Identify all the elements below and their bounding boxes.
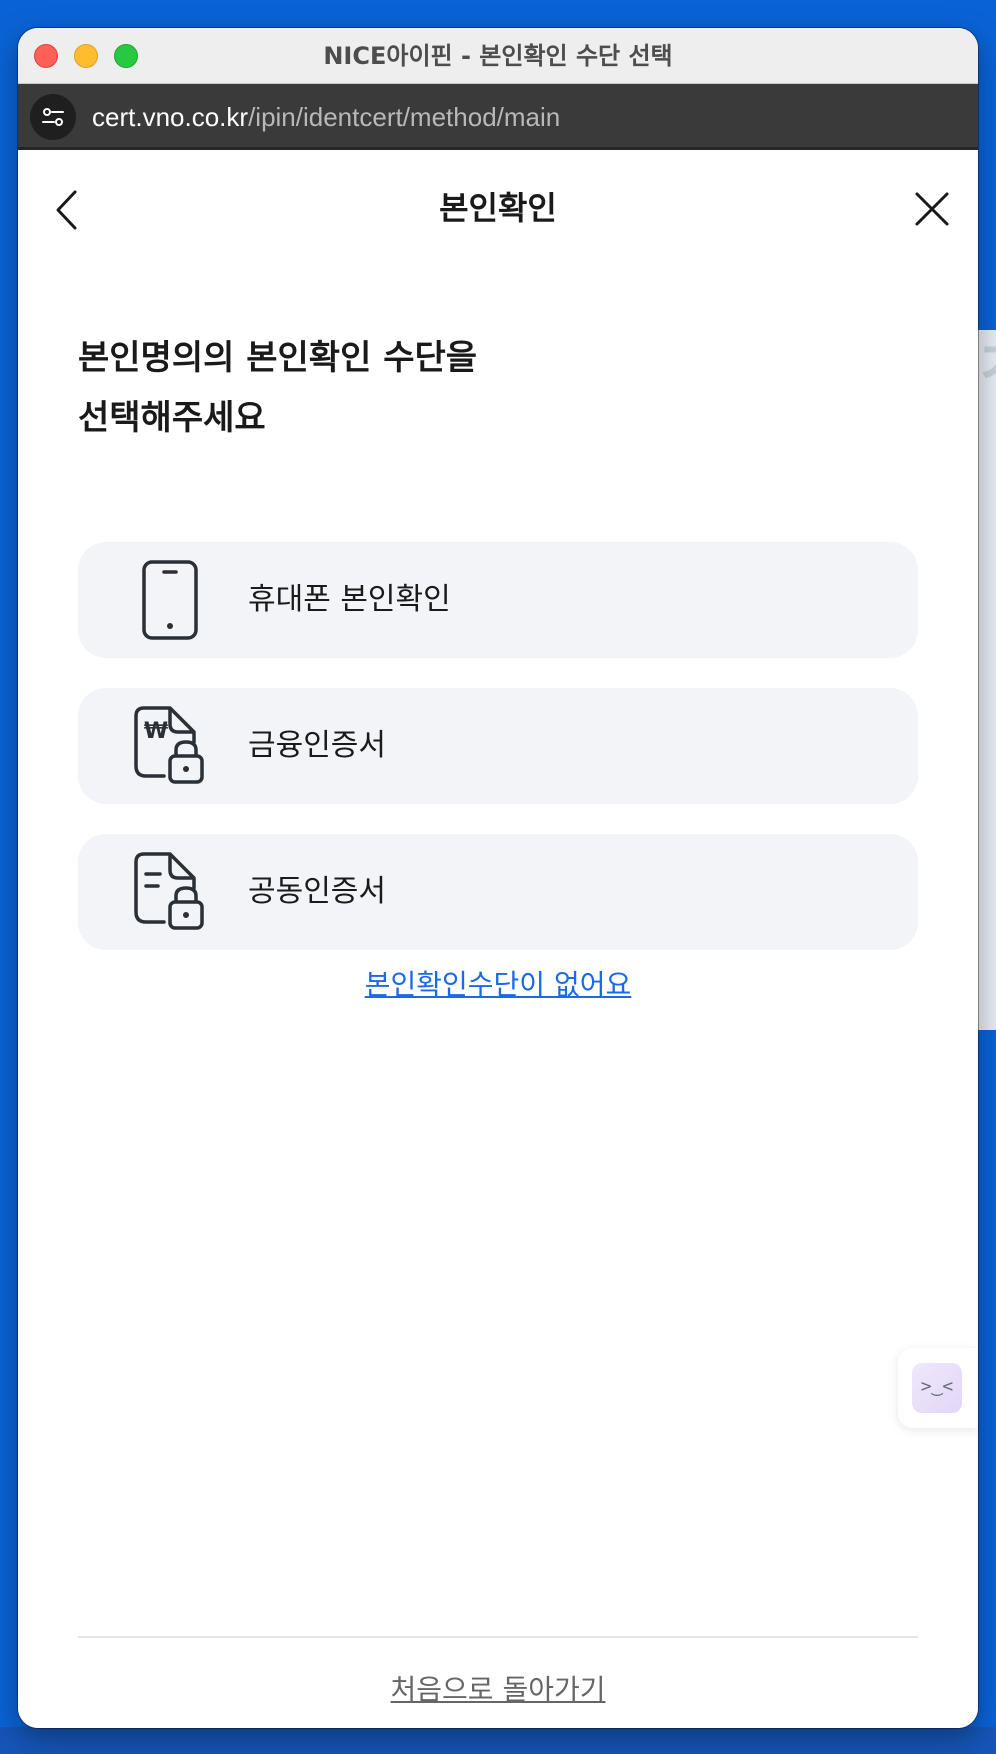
instruction-line-1: 본인명의의 본인확인 수단을 — [78, 338, 478, 378]
footer-divider — [78, 1636, 918, 1638]
title-bar: NICE아이핀 - 본인확인 수단 선택 — [18, 28, 978, 84]
option-mobile-verification[interactable]: 휴대폰 본인확인 — [78, 542, 918, 658]
desktop-dock-area — [0, 1727, 996, 1754]
home-link-container: 처음으로 돌아가기 — [18, 1668, 978, 1708]
window-title: NICE아이핀 - 본인확인 수단 선택 — [323, 42, 673, 70]
page-title: 본인확인 — [439, 189, 557, 227]
go-home-link[interactable]: 처음으로 돌아가기 — [391, 1673, 606, 1706]
instruction-line-2: 선택해주세요 — [78, 398, 266, 438]
document-lock-icon — [134, 852, 204, 930]
option-financial-certificate[interactable]: ₩ 금융인증서 — [78, 688, 918, 804]
instruction-heading: 본인명의의 본인확인 수단을 선택해주세요 — [78, 328, 778, 448]
chat-helper-button[interactable]: >‿< — [898, 1348, 978, 1428]
option-joint-certificate[interactable]: 공동인증서 — [78, 834, 918, 950]
option-label: 휴대폰 본인확인 — [248, 582, 451, 617]
svg-text:₩: ₩ — [144, 719, 168, 744]
address-bar[interactable]: cert.vno.co.kr/ipin/identcert/method/mai… — [18, 84, 978, 150]
url-host: cert.vno.co.kr — [92, 102, 249, 132]
option-label: 금융인증서 — [248, 728, 386, 763]
url-path: /ipin/identcert/method/main — [248, 102, 561, 132]
site-settings-icon[interactable] — [30, 94, 76, 140]
close-button[interactable] — [908, 185, 956, 233]
no-method-link[interactable]: 본인확인수단이 없어요 — [365, 968, 632, 1001]
option-label: 공동인증서 — [248, 874, 386, 909]
no-method-link-container: 본인확인수단이 없어요 — [18, 963, 978, 1003]
page-content: 본인확인 본인명의의 본인확인 수단을 선택해주세요 휴대폰 본인확인 ₩ 금융… — [18, 153, 978, 1728]
smartphone-icon — [142, 560, 198, 640]
browser-window: NICE아이핀 - 본인확인 수단 선택 cert.vno.co.kr/ipin… — [18, 28, 978, 1728]
page-header: 본인확인 — [18, 153, 978, 263]
helper-face-icon: >‿< — [912, 1363, 962, 1413]
url-text[interactable]: cert.vno.co.kr/ipin/identcert/method/mai… — [92, 84, 560, 150]
close-icon — [915, 192, 949, 226]
won-document-lock-icon: ₩ — [134, 706, 204, 784]
